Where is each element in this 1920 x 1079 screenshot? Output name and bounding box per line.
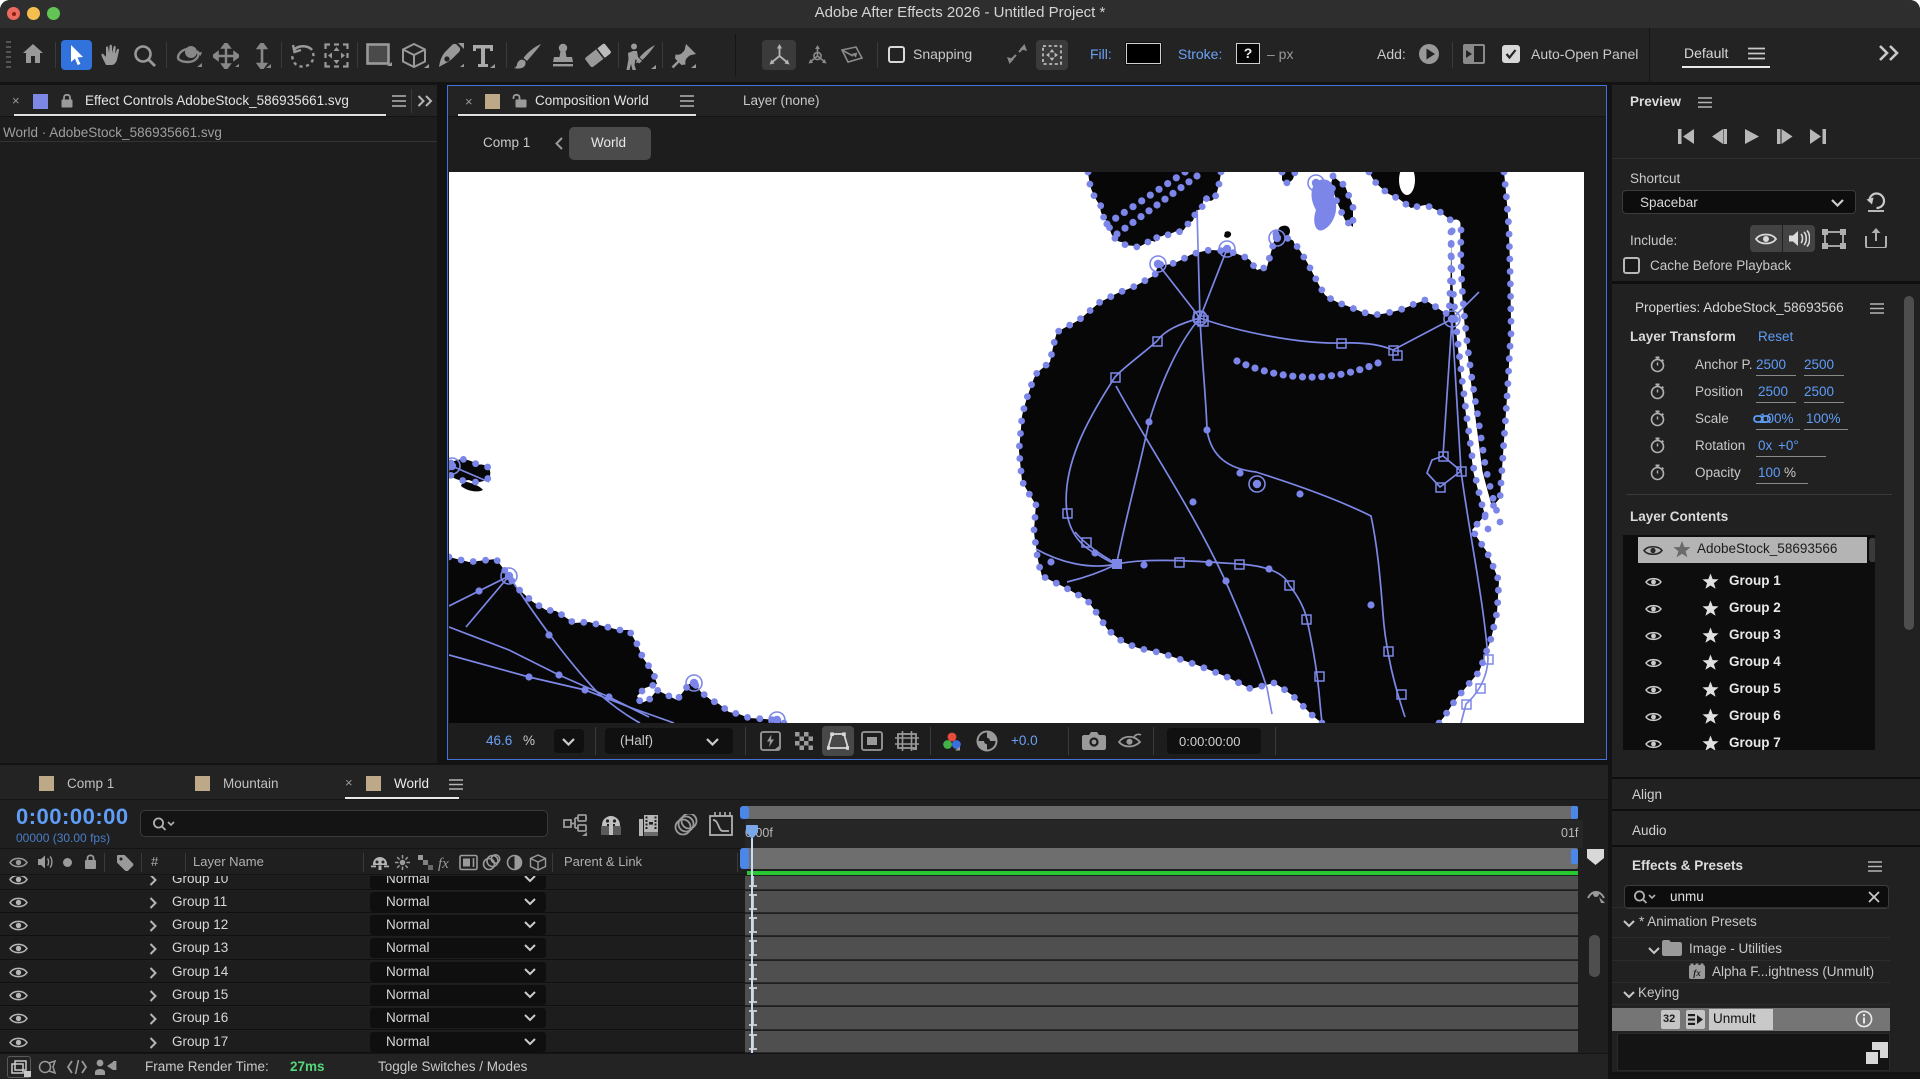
svg-text:fx: fx — [1693, 968, 1701, 978]
svg-text:fx: fx — [438, 856, 449, 871]
